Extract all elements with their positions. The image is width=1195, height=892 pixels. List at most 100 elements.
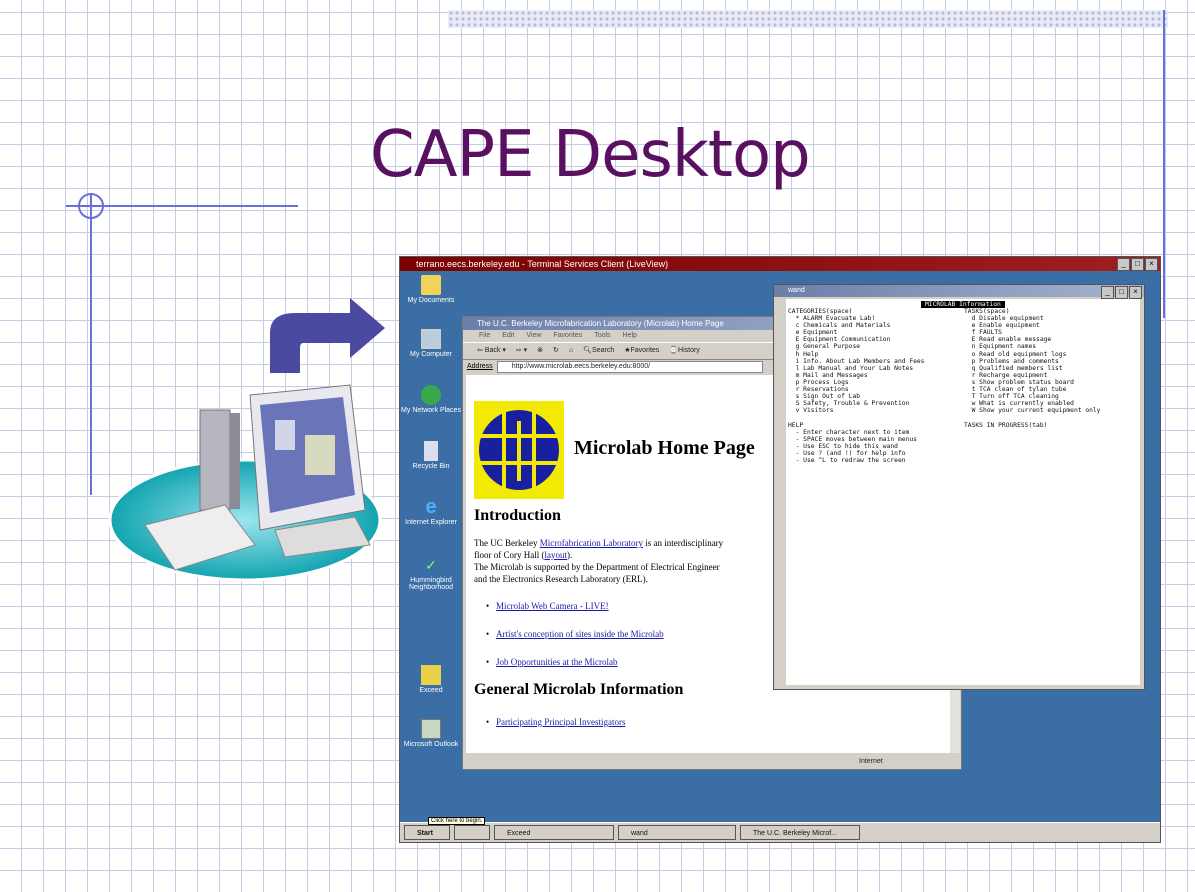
ie-icon: e <box>425 496 437 518</box>
terminal-right-line: W Show your current equipment only <box>964 407 1101 415</box>
microfab-link[interactable]: Microfabrication Laboratory <box>540 538 643 548</box>
forward-button[interactable]: ⇨ ▾ <box>516 343 527 359</box>
globe-icon <box>421 385 441 405</box>
terminal-right-column: TASKS(space) d Disable equipment e Enabl… <box>964 308 1100 429</box>
terminal-left-line: CATEGORIES(space) <box>788 308 853 315</box>
principal-investigators-link[interactable]: Participating Principal Investigators <box>486 717 626 727</box>
terminal-right-line: p Problems and comments <box>964 357 1059 365</box>
close-icon[interactable]: × <box>1145 258 1158 271</box>
start-button[interactable]: Start <box>404 825 450 840</box>
terminal-left-line: c Chemicals and Materials <box>788 322 891 330</box>
computer-clipart-icon <box>108 298 385 582</box>
menu-edit[interactable]: Edit <box>502 330 514 342</box>
terminal-right-line: r Recharge equipment <box>964 371 1048 379</box>
terminal-right-line: T Turn off TCA cleaning <box>964 393 1059 401</box>
terminal-left-line: m Mail and Messages <box>788 371 868 379</box>
taskbar-item-exceed[interactable]: Exceed <box>494 825 614 840</box>
terminal-left-line: - Use ^L to redraw the screen <box>788 456 906 464</box>
minimize-icon[interactable]: _ <box>1117 258 1130 271</box>
desktop-icon-my-computer[interactable]: My Computer <box>401 329 461 358</box>
address-input[interactable]: http://www.microlab.eecs.berkeley.edu:80… <box>496 361 763 373</box>
terminal-left-line: v Visitors <box>788 407 834 415</box>
terminal-left-line: - Use ? (and !) for help info <box>788 449 906 457</box>
terminal-left-line: p Process Logs <box>788 378 849 386</box>
status-zone: Internet <box>859 758 883 765</box>
maximize-icon[interactable]: □ <box>1131 258 1144 271</box>
terminal-right-line: w What is currently enabled <box>964 400 1074 408</box>
outlook-icon <box>421 719 441 739</box>
computer-icon <box>421 329 441 349</box>
page-heading: Microlab Home Page <box>574 437 755 459</box>
desktop-icon-network[interactable]: My Network Places <box>401 385 461 414</box>
artist-conception-link[interactable]: Artist's conception of sites inside the … <box>486 629 664 639</box>
folder-icon <box>421 275 441 295</box>
microlab-logo-icon <box>474 401 564 499</box>
terminal-right-line: f FAULTS <box>964 329 1002 337</box>
stop-icon[interactable]: ⊗ <box>537 343 543 359</box>
intro-heading: Introduction <box>474 507 561 524</box>
webcam-link[interactable]: Microlab Web Camera - LIVE! <box>486 601 609 611</box>
taskbar: Start Exceed wand The U.C. Berkeley Micr… <box>400 822 1160 842</box>
terminal-sidebar <box>776 299 785 685</box>
quicklaunch[interactable] <box>454 825 490 840</box>
desktop-icon-hummingbird[interactable]: ✓ Hummingbird Neighborhood <box>401 555 461 591</box>
terminal-right-line: TASKS IN PROGRESS(tab) <box>964 421 1048 429</box>
terminal-left-line: r Reservations <box>788 386 849 394</box>
menu-tools[interactable]: Tools <box>594 330 610 342</box>
favorites-button[interactable]: ★Favorites <box>624 343 659 359</box>
terminal-right-line: t TCA clean of tylan tube <box>964 386 1067 394</box>
slide-title: CAPE Desktop <box>370 118 811 192</box>
terminal-left-line: * ALARM Evacuate Lab! <box>788 315 876 323</box>
desktop-icon-my-documents[interactable]: My Documents <box>401 275 461 304</box>
menu-view[interactable]: View <box>526 330 541 342</box>
browser-statusbar: Internet <box>463 755 961 769</box>
terminal-body[interactable]: MICROLAB Information CATEGORIES(space) *… <box>786 299 1140 685</box>
refresh-icon[interactable]: ↻ <box>553 343 559 359</box>
terminal-left-line: i Info. About Lab Members and Fees <box>788 357 925 365</box>
terminal-right-line: E Read enable message <box>964 336 1052 344</box>
terminal-left-line: h Help <box>788 350 819 358</box>
maximize-icon[interactable]: □ <box>1115 286 1128 299</box>
checker-band <box>448 10 1168 28</box>
terminal-right-line: o Read old equipment logs <box>964 350 1067 358</box>
menu-help[interactable]: Help <box>623 330 637 342</box>
desktop-icon-recycle-bin[interactable]: Recycle Bin <box>401 441 461 470</box>
accent-vertical-line-left <box>90 193 92 495</box>
intro-line-1: The UC Berkeley Microfabrication Laborat… <box>474 538 724 548</box>
terminal-left-line: - Enter character next to item <box>788 428 910 436</box>
terminal-left-line: S Safety, Trouble & Prevention <box>788 400 910 408</box>
desktop-icon-exceed[interactable]: Exceed <box>401 665 461 694</box>
desktop-icon-internet-explorer[interactable]: e Internet Explorer <box>401 497 461 526</box>
history-button[interactable]: ⌚History <box>669 343 700 359</box>
window-titlebar[interactable]: terrano.eecs.berkeley.edu - Terminal Ser… <box>400 257 1160 271</box>
taskbar-item-browser[interactable]: The U.C. Berkeley Microf... <box>740 825 860 840</box>
terminal-titlebar[interactable]: wand _ □ × <box>774 285 1144 299</box>
terminal-right-line: e Enable equipment <box>964 322 1040 330</box>
window-title: terrano.eecs.berkeley.edu - Terminal Ser… <box>416 259 669 269</box>
terminal-right-line: q Qualified members list <box>964 364 1063 372</box>
terminal-left-line: s Sign Out of Lab <box>788 393 861 401</box>
close-icon[interactable]: × <box>1129 286 1142 299</box>
job-opportunities-link[interactable]: Job Opportunities at the Microlab <box>486 657 618 667</box>
minimize-icon[interactable]: _ <box>1101 286 1114 299</box>
intro-line-4: and the Electronics Research Laboratory … <box>474 574 648 584</box>
menu-file[interactable]: File <box>479 330 490 342</box>
terminal-left-line: e Equipment <box>788 329 838 337</box>
layout-link[interactable]: layout <box>544 550 567 560</box>
home-icon[interactable]: ⌂ <box>569 343 573 359</box>
desktop-icon-outlook[interactable]: Microsoft Outlook <box>401 719 461 748</box>
intro-line-3: The Microlab is supported by the Departm… <box>474 562 720 572</box>
terminal-left-line: - Use ESC to hide this wand <box>788 442 898 450</box>
terminal-window[interactable]: wand _ □ × MICROLAB Information CATEGORI… <box>773 284 1145 690</box>
menu-favorites[interactable]: Favorites <box>553 330 582 342</box>
accent-vertical-line-right <box>1163 10 1165 318</box>
taskbar-item-wand[interactable]: wand <box>618 825 736 840</box>
back-button[interactable]: ⇦ Back ▾ <box>477 343 506 359</box>
terminal-left-line: g General Purpose <box>788 343 861 351</box>
crosshair-circle <box>78 193 104 219</box>
search-button[interactable]: 🔍︎Search <box>583 343 614 359</box>
terminal-left-line: HELP <box>788 421 804 429</box>
terminal-left-line <box>788 414 924 421</box>
terminal-right-line <box>964 414 1100 421</box>
terminal-right-line: d Disable equipment <box>964 315 1044 323</box>
